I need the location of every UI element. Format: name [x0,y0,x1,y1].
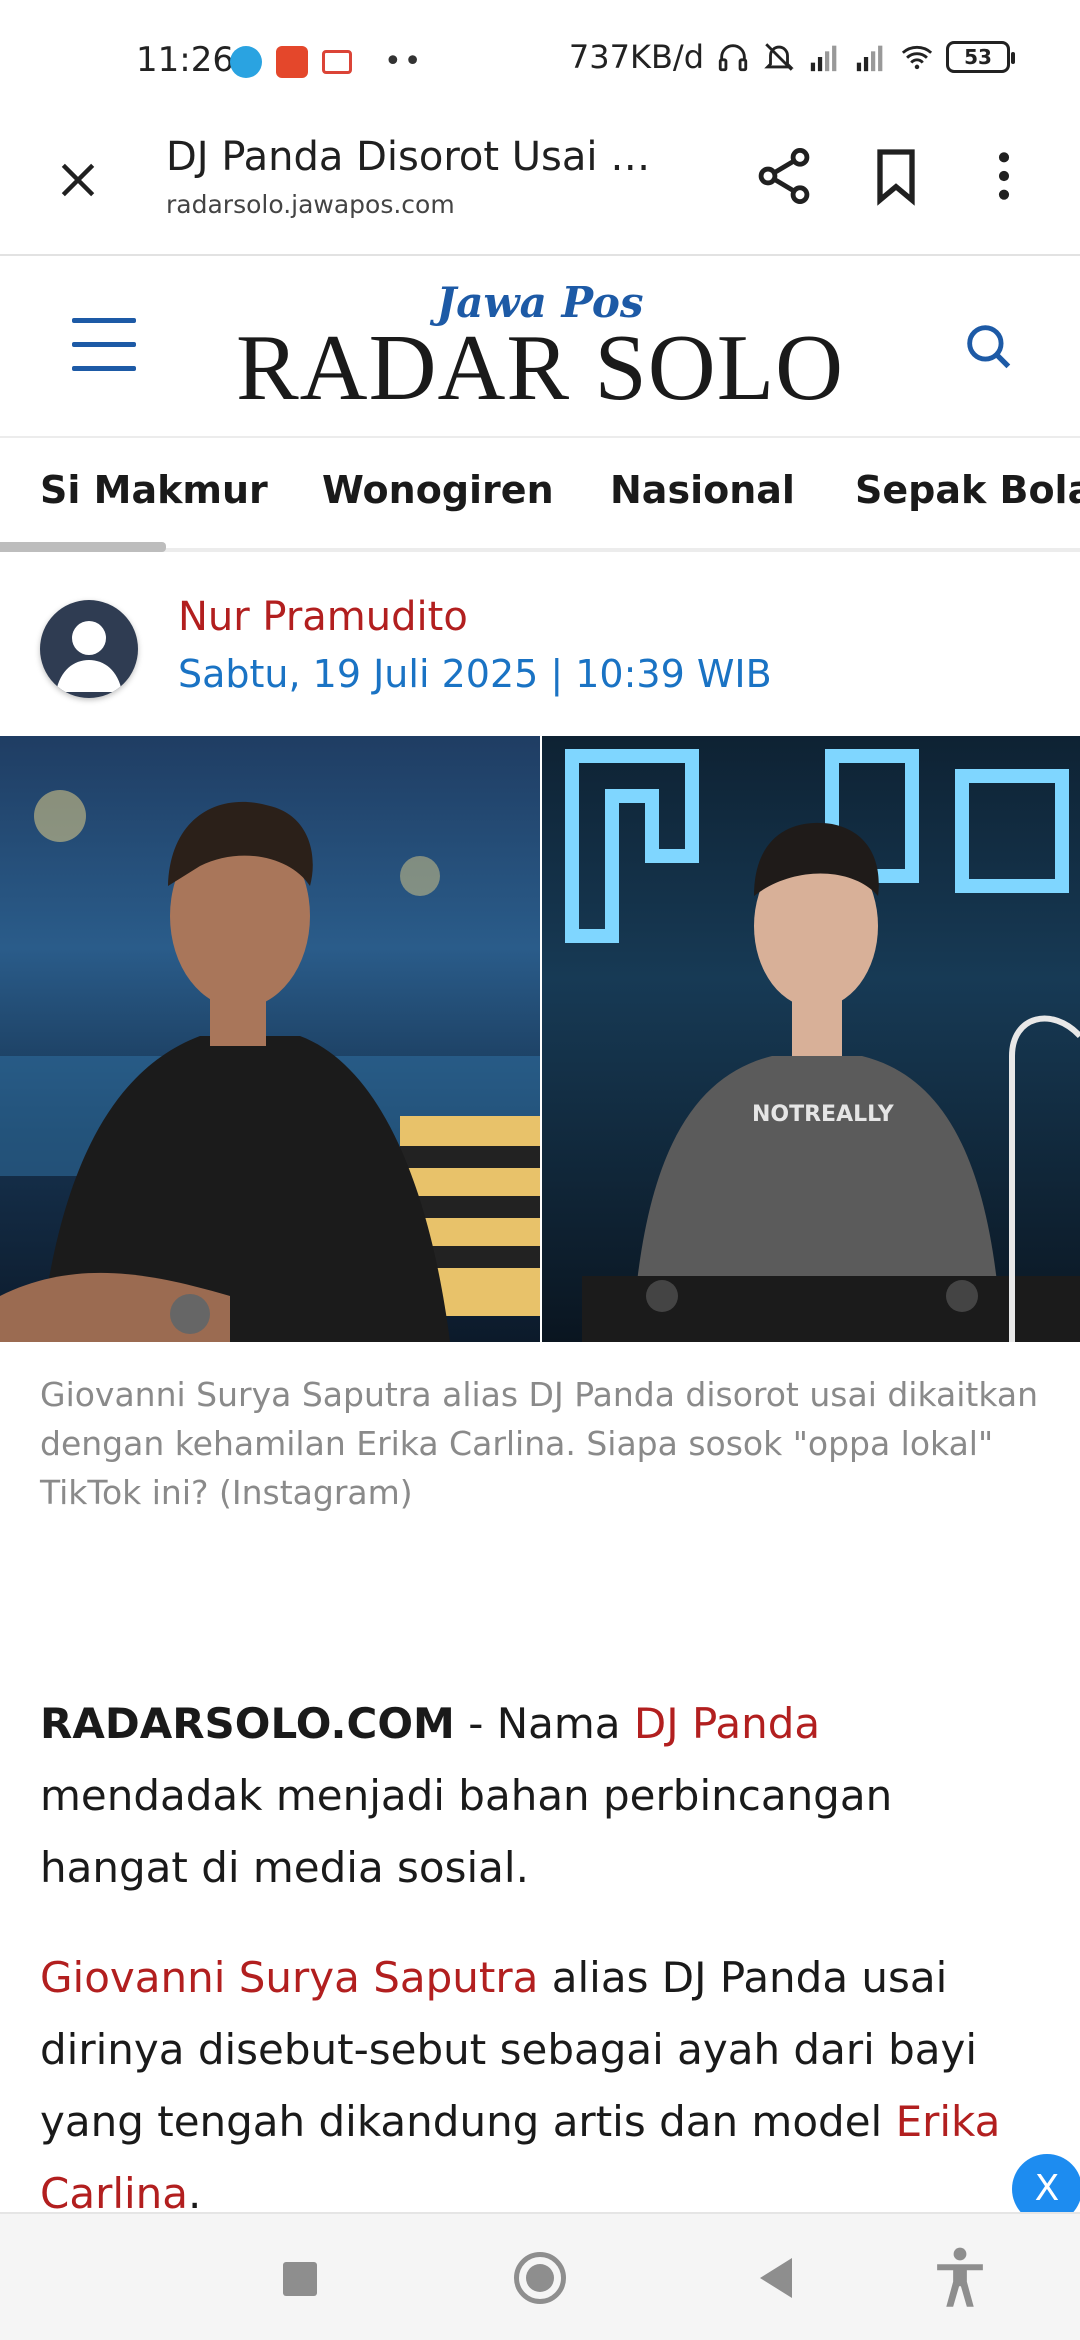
status-time: 11:26 [136,40,234,80]
notification-icons: •• [230,44,423,79]
page-title: DJ Panda Disorot Usai … [166,134,651,180]
article-paragraph-1: RADARSOLO.COM - Nama DJ Panda mendadak m… [40,1688,1050,1904]
search-icon [967,325,1011,369]
giovanni-link[interactable]: Giovanni Surya Saputra [40,1953,538,2002]
tab-si-makmur[interactable]: Si Makmur [40,468,268,512]
status-right: 737KB/d 53 [568,38,1015,76]
article-paragraph-2: Giovanni Surya Saputra alias DJ Panda us… [40,1942,1050,2230]
signal-1-icon [810,45,837,72]
nav-back-icon[interactable] [760,2258,792,2298]
page-url[interactable]: radarsolo.jawapos.com [166,190,455,219]
photo-left-illustration [0,790,540,1342]
site-logo[interactable]: Jawa Pos RADAR SOLO [225,280,855,420]
bookmark-button[interactable] [864,144,928,208]
search-button[interactable] [960,318,1018,376]
tab-scroll-indicator [0,542,166,552]
article-image[interactable]: NOTREALLY [0,736,1080,1342]
logo-main-text: RADAR SOLO [235,316,844,420]
menu-line [72,342,136,347]
tab-sepak-bola[interactable]: Sepak Bola [855,468,1080,512]
accessibility-icon[interactable] [932,2246,988,2310]
tab-nasional[interactable]: Nasional [610,468,795,512]
shirt-text: NOTREALLY [752,1102,895,1127]
tab-wonogiren[interactable]: Wonogiren [322,468,554,512]
telegram-icon [230,45,262,78]
author-name[interactable]: Nur Pramudito [178,594,468,640]
menu-icon [72,318,136,323]
more-options-button[interactable] [972,144,1036,208]
author-block: Nur Pramudito Sabtu, 19 Juli 2025 | 10:3… [0,590,1080,730]
publish-date: Sabtu, 19 Juli 2025 | 10:39 WIB [178,652,772,696]
browser-toolbar: DJ Panda Disorot Usai … radarsolo.jawapo… [0,120,1080,256]
data-rate: 737KB/d [568,38,704,76]
more-vert-icon [998,152,1010,200]
close-icon [61,163,95,197]
bookmark-icon [877,149,915,206]
mute-bell-icon [764,43,794,71]
nav-recents-icon[interactable] [283,2262,317,2296]
avatar-placeholder-icon [56,621,122,692]
office-app-icon [276,45,308,78]
gmail-icon [322,49,352,74]
nav-home-icon[interactable] [514,2252,566,2304]
system-nav-bar [0,2212,1080,2340]
wifi-icon [901,45,933,70]
signal-2-icon [856,45,883,72]
article-body: RADARSOLO.COM - Nama DJ Panda mendadak m… [40,1688,1050,2268]
headphones-icon [718,44,748,72]
site-header: Jawa Pos RADAR SOLO [0,258,1080,438]
image-caption: Giovanni Surya Saputra alias DJ Panda di… [40,1375,1038,1512]
share-button[interactable] [752,144,816,208]
article-text: - Nama [454,1699,634,1748]
category-tabs: Si Makmur Wonogiren Nasional Sepak Bola [0,438,1080,556]
more-notifications-icon: •• [384,44,424,79]
article-text: mendadak menjadi bahan perbincangan hang… [40,1771,893,1892]
article-source: RADARSOLO.COM [40,1699,455,1748]
avatar [40,600,138,698]
status-bar: 11:26 •• 737KB/d 53 [0,0,1080,120]
close-tab-button[interactable] [48,150,108,210]
photo-left [0,736,540,1342]
dj-panda-link[interactable]: DJ Panda [634,1699,820,1748]
battery-indicator: 53 [946,41,1015,73]
menu-line [72,366,136,371]
share-icon [758,148,810,204]
menu-button[interactable] [72,318,136,374]
article-text: . [188,2169,202,2218]
photo-right-illustration: NOTREALLY [565,749,1080,1342]
photo-right: NOTREALLY [542,736,1080,1342]
